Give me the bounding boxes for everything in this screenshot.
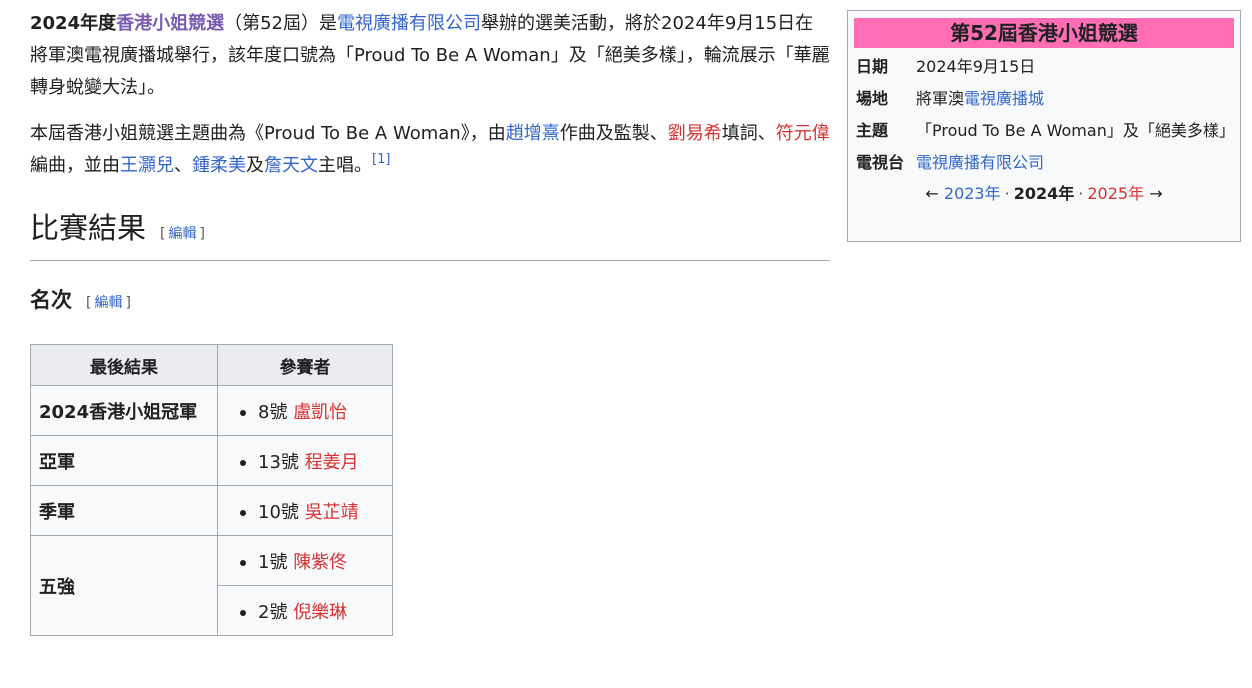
infobox-row-venue: 場地 將軍澳電視廣播城 — [856, 85, 1232, 112]
infobox-label-theme: 主題 — [856, 121, 889, 140]
theme-song-text-2: 作曲及監製、 — [559, 123, 668, 144]
header-final-result: 最後結果 — [30, 344, 218, 386]
infobox: 第52屆香港小姐競選 日期 2024年9月15日 場地 將軍澳電視廣播城 主題 … — [847, 10, 1241, 242]
bullet-icon — [240, 509, 246, 516]
venue-prefix: 將軍澳 — [916, 89, 965, 108]
separator: 、 — [174, 155, 192, 176]
rank-third: 季軍 — [30, 485, 218, 536]
bullet-icon — [240, 559, 246, 566]
link-lyricist[interactable]: 劉易希 — [668, 123, 722, 144]
infobox-value-date: 2024年9月15日 — [916, 57, 1036, 76]
year-navigation: ← 2023年 · 2024年 · 2025年 → — [848, 182, 1240, 206]
article-content: 2024年度香港小姐競選（第52屆）是電視廣播有限公司舉辦的選美活動，將於202… — [30, 8, 830, 636]
link-composer[interactable]: 趙增熹 — [506, 123, 560, 144]
subsection-heading-text: 名次 — [30, 288, 72, 312]
link-singer-1[interactable]: 王灝兒 — [120, 155, 174, 176]
infobox-row-date: 日期 2024年9月15日 — [856, 53, 1232, 80]
infobox-value-tv: 電視廣播有限公司 — [916, 149, 1232, 176]
infobox-label-date: 日期 — [856, 57, 889, 76]
nav-separator: · — [1004, 184, 1010, 203]
contestant-link[interactable]: 陳紫佟 — [293, 552, 347, 573]
theme-song-text-3: 填詞、 — [721, 123, 776, 144]
infobox-row-tv: 電視台 電視廣播有限公司 — [856, 149, 1232, 176]
contestant-number: 2號 — [258, 601, 288, 623]
rank-top-five: 五強 — [30, 535, 218, 636]
subsection-edit-link[interactable]: 編輯 — [94, 295, 122, 311]
current-year: 2024年 — [1013, 184, 1075, 203]
section-heading-text: 比賽結果 — [30, 211, 147, 245]
rank-runner-up: 亞軍 — [30, 435, 218, 486]
bullet-icon — [240, 609, 246, 616]
link-singer-2[interactable]: 鍾柔美 — [192, 155, 246, 176]
subsection-edit: [編輯] — [86, 295, 131, 311]
contestant-number: 1號 — [258, 551, 288, 573]
theme-song-text-4: 編曲，並由 — [30, 155, 120, 176]
arrow-left-icon: ← — [925, 184, 939, 203]
rank-winner: 2024香港小姐冠軍 — [30, 385, 218, 436]
infobox-label-venue: 場地 — [856, 89, 889, 108]
infobox-label-tv: 電視台 — [856, 153, 905, 172]
contestant-link[interactable]: 倪樂琳 — [293, 602, 347, 623]
infobox-value-venue: 將軍澳電視廣播城 — [916, 85, 1232, 112]
table-row: 2024香港小姐冠軍 8號 盧凱怡 — [30, 385, 393, 436]
infobox-value-theme: 「Proud To Be A Woman」及「絕美多樣」 — [916, 121, 1235, 140]
intro-paragraph-1: 2024年度香港小姐競選（第52屆）是電視廣播有限公司舉辦的選美活動，將於202… — [30, 8, 830, 104]
table-row: 五強 1號 陳紫佟 — [30, 535, 393, 636]
results-table: 最後結果 參賽者 2024香港小姐冠軍 8號 盧凱怡 亞軍 13號 程姜月 季軍… — [30, 344, 393, 636]
contestant-link[interactable]: 吳芷靖 — [305, 502, 359, 523]
contestant-cell: 13號 程姜月 — [217, 435, 393, 486]
tv-station-link[interactable]: 電視廣播有限公司 — [916, 153, 1044, 172]
contestant-link[interactable]: 盧凱怡 — [293, 402, 347, 423]
intro-text-1: （第52屆）是 — [224, 13, 338, 34]
bullet-icon — [240, 459, 246, 466]
contestant-number: 8號 — [258, 401, 288, 423]
section-edit-link[interactable]: 編輯 — [168, 226, 196, 242]
contestant-number: 13號 — [258, 451, 299, 473]
next-year-link[interactable]: 2025年 — [1087, 184, 1144, 203]
table-row: 亞軍 13號 程姜月 — [30, 435, 393, 486]
section-heading-results: 比賽結果 [編輯] — [30, 208, 830, 261]
section-edit: [編輯] — [160, 226, 205, 242]
edit-bracket-close: ] — [125, 295, 131, 311]
contestant-cell: 8號 盧凱怡 — [217, 385, 393, 436]
reference-link[interactable]: [1] — [372, 152, 390, 167]
edit-bracket-open: [ — [160, 226, 166, 242]
contestant-cell: 1號 陳紫佟 — [217, 535, 393, 586]
contestant-number: 10號 — [258, 501, 299, 523]
edit-bracket-open: [ — [86, 295, 92, 311]
infobox-row-theme: 主題 「Proud To Be A Woman」及「絕美多樣」 — [856, 117, 1235, 144]
contestant-link[interactable]: 程姜月 — [305, 452, 359, 473]
link-tvb[interactable]: 電視廣播有限公司 — [337, 13, 481, 34]
header-contestant: 參賽者 — [217, 344, 393, 386]
intro-subject: 2024年度 — [30, 13, 117, 34]
link-miss-hong-kong-pageant[interactable]: 香港小姐競選 — [116, 13, 224, 34]
nav-separator: · — [1078, 184, 1084, 203]
infobox-title: 第52屆香港小姐競選 — [854, 18, 1234, 48]
link-arranger[interactable]: 符元偉 — [776, 123, 830, 144]
contestant-cell: 10號 吳芷靖 — [217, 485, 393, 536]
contestant-cell: 2號 倪樂琳 — [217, 585, 393, 636]
edit-bracket-close: ] — [199, 226, 205, 242]
venue-link[interactable]: 電視廣播城 — [964, 89, 1044, 108]
conjunction: 及 — [246, 155, 264, 176]
theme-song-text-1: 本屆香港小姐競選主題曲為《Proud To Be A Woman》，由 — [30, 123, 506, 144]
link-singer-3[interactable]: 詹天文 — [264, 155, 318, 176]
table-row: 季軍 10號 吳芷靖 — [30, 485, 393, 536]
prev-year-link[interactable]: 2023年 — [944, 184, 1001, 203]
bullet-icon — [240, 409, 246, 416]
arrow-right-icon: → — [1149, 184, 1163, 203]
intro-paragraph-2: 本屆香港小姐競選主題曲為《Proud To Be A Woman》，由趙增熹作曲… — [30, 118, 830, 182]
theme-song-text-5: 主唱。 — [318, 155, 372, 176]
subsection-heading-rankings: 名次 [編輯] — [30, 281, 830, 322]
